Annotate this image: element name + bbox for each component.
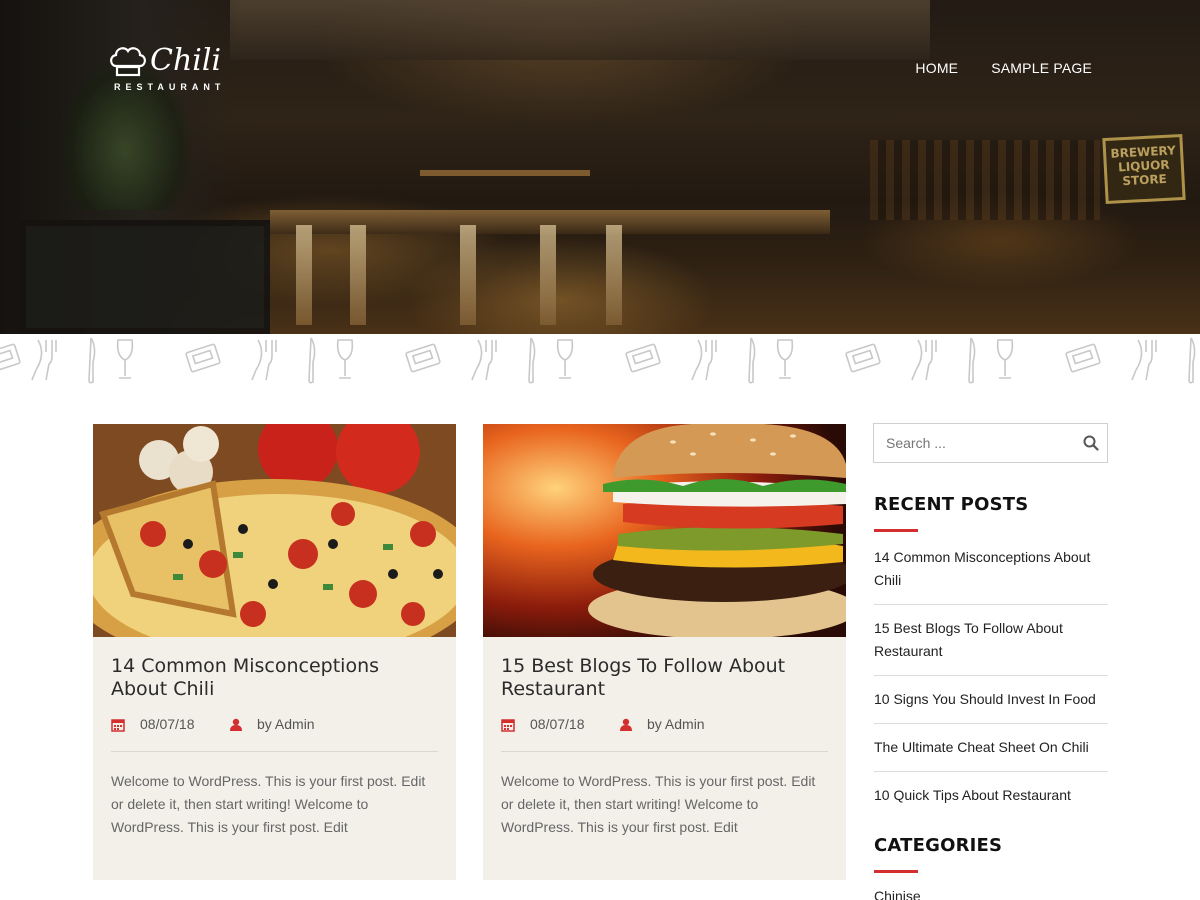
user-icon [230,718,242,731]
post-thumbnail-pizza[interactable] [93,424,456,637]
list-item: The Ultimate Cheat Sheet On Chili [874,736,1108,772]
search-icon[interactable] [1083,435,1099,451]
calendar-icon [111,719,125,732]
recent-posts-title: RECENT POSTS [874,494,1029,515]
list-item: 14 Common Misconceptions About Chili [874,546,1108,605]
post-author[interactable]: by Admin [647,716,705,732]
title-underline [874,529,918,532]
post-date[interactable]: 08/07/18 [140,716,195,732]
site-logo[interactable]: Chili RESTAURANT [106,42,236,94]
search-form [873,423,1108,463]
category-link[interactable]: Chinise [874,888,921,900]
title-underline [874,870,918,873]
list-item: 10 Quick Tips About Restaurant [874,784,1108,819]
recent-post-link[interactable]: 15 Best Blogs To Follow About Restaurant [874,617,1108,663]
categories-title: CATEGORIES [874,835,1003,856]
user-icon [620,718,632,731]
search-input[interactable] [874,424,1074,462]
cutlery-pattern [0,334,1200,390]
post-meta: 08/07/18 by Admin [501,716,828,752]
post-date[interactable]: 08/07/18 [530,716,585,732]
nav-home[interactable]: HOME [915,58,958,78]
post-excerpt: Welcome to WordPress. This is your first… [111,773,426,835]
calendar-icon [501,719,515,732]
post-title[interactable]: 15 Best Blogs To Follow About Restaurant [501,655,831,701]
post-meta: 08/07/18 by Admin [111,716,438,752]
main-nav: HOME SAMPLE PAGE [915,58,1092,78]
nav-sample-page[interactable]: SAMPLE PAGE [991,58,1092,78]
recent-post-link[interactable]: 14 Common Misconceptions About Chili [874,546,1108,592]
list-item: 10 Signs You Should Invest In Food [874,688,1108,724]
post-thumbnail-burger[interactable] [483,424,846,637]
recent-post-link[interactable]: The Ultimate Cheat Sheet On Chili [874,736,1108,759]
post-author[interactable]: by Admin [257,716,315,732]
post-title[interactable]: 14 Common Misconceptions About Chili [111,655,441,701]
post-card: 14 Common Misconceptions About Chili 08/… [93,424,456,880]
chef-hat-icon [110,47,146,77]
post-card: 15 Best Blogs To Follow About Restaurant… [483,424,846,880]
logo-name: Chili [150,43,222,78]
list-item: 15 Best Blogs To Follow About Restaurant [874,617,1108,676]
recent-post-link[interactable]: 10 Signs You Should Invest In Food [874,688,1108,711]
post-excerpt: Welcome to WordPress. This is your first… [501,773,816,835]
recent-post-link[interactable]: 10 Quick Tips About Restaurant [874,784,1108,807]
recent-posts-list: 14 Common Misconceptions About Chili 15 … [874,546,1108,831]
logo-subtitle: RESTAURANT [114,82,226,92]
